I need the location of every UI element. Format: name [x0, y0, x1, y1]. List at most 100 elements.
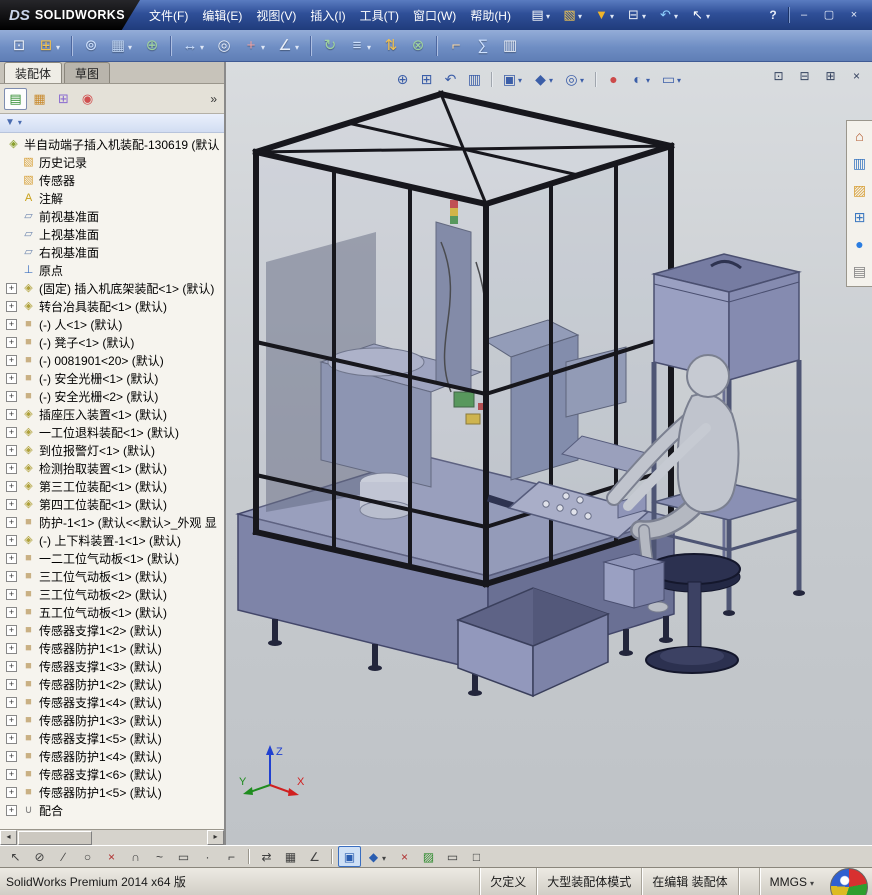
scroll-left-icon[interactable]	[0, 830, 17, 845]
tree-item[interactable]: ◈ 到位报警灯<1> (默认)	[0, 441, 224, 459]
sketch-spline-button[interactable]: ~	[148, 846, 171, 867]
menu-item[interactable]: 工具(T)	[353, 5, 406, 26]
tree-item[interactable]: ◈ (-) 上下料装置-1<1> (默认)	[0, 531, 224, 549]
tree-item[interactable]: ■ (-) 凳子<1> (默认)	[0, 333, 224, 351]
solidworks-resources-button[interactable]: ⌂	[849, 124, 871, 148]
expander-icon[interactable]	[6, 571, 17, 582]
expander-icon[interactable]	[6, 733, 17, 744]
display-style-button[interactable]: ◆	[529, 66, 559, 92]
expander-icon[interactable]	[6, 319, 17, 330]
dropdown-arrow-icon[interactable]	[549, 70, 556, 88]
expander-icon[interactable]	[6, 787, 17, 798]
new-motion-study-button[interactable]: ↻	[317, 33, 343, 59]
expander-icon[interactable]	[6, 643, 17, 654]
tree-item[interactable]: ■ 传感器防护1<1> (默认)	[0, 639, 224, 657]
undo-button[interactable]: ↶	[654, 2, 684, 28]
expander-icon[interactable]	[6, 373, 17, 384]
dropdown-arrow-icon[interactable]	[382, 848, 389, 866]
exploded-view-button[interactable]: ⇅	[378, 33, 404, 59]
expander-icon[interactable]	[6, 517, 17, 528]
dropdown-arrow-icon[interactable]	[128, 37, 135, 55]
expander-icon[interactable]	[6, 445, 17, 456]
expander-icon[interactable]	[6, 481, 17, 492]
minimize-button[interactable]: –	[794, 7, 814, 23]
move-component-button[interactable]: ↔	[177, 33, 210, 59]
tree-item[interactable]: ■ 传感器支撑1<3> (默认)	[0, 657, 224, 675]
zoom-to-fit-button[interactable]: ⊕	[391, 66, 414, 92]
tree-item[interactable]: ◈ 半自动端子插入机装配-130619 (默认	[0, 135, 224, 153]
help-sphere-icon[interactable]	[830, 868, 868, 895]
menu-item[interactable]: 编辑(E)	[195, 5, 249, 26]
apply-scene-button[interactable]: ◐	[626, 66, 656, 92]
popout-pane-button[interactable]: ⊞	[821, 67, 840, 85]
sketch-line-button[interactable]: ∕	[52, 846, 75, 867]
tree-item[interactable]: ■ (-) 安全光栅<1> (默认)	[0, 369, 224, 387]
smart-dimension-button[interactable]: ⊘	[28, 846, 51, 867]
select-pointer-button[interactable]: ↖	[686, 2, 716, 28]
horizontal-scrollbar[interactable]	[0, 829, 224, 845]
print-document-button[interactable]: ⊟	[622, 2, 652, 28]
tree-item[interactable]: ■ 一二工位气动板<1> (默认)	[0, 549, 224, 567]
dropdown-arrow-icon[interactable]	[674, 6, 681, 24]
new-document-button[interactable]: ▤	[526, 2, 556, 28]
component-small-box[interactable]	[604, 554, 664, 608]
expander-icon[interactable]	[6, 751, 17, 762]
tree-item[interactable]: ■ 传感器防护1<4> (默认)	[0, 747, 224, 765]
expander-icon[interactable]	[6, 355, 17, 366]
expander-icon[interactable]	[6, 625, 17, 636]
zoom-to-area-button[interactable]: ⊞	[415, 66, 438, 92]
configurationmanager-tab-button[interactable]: ⊞	[52, 88, 75, 110]
tree-item[interactable]: ■ 防护-1<1> (默认<<默认>_外观 显	[0, 513, 224, 531]
menu-item[interactable]: 帮助(H)	[463, 5, 518, 26]
tree-item[interactable]: A 注解	[0, 189, 224, 207]
blank-view-button[interactable]: □	[465, 846, 488, 867]
dropdown-arrow-icon[interactable]	[367, 37, 374, 55]
assembly-visualization-button[interactable]: ◆	[362, 846, 392, 867]
dropdown-arrow-icon[interactable]	[295, 37, 302, 55]
restore-pane-button[interactable]: ⊡	[769, 67, 788, 85]
tree-item[interactable]: ■ 三工位气动板<1> (默认)	[0, 567, 224, 585]
component-pattern-button[interactable]: ▦	[105, 33, 138, 59]
smart-fasteners-button[interactable]: ⊕	[139, 33, 165, 59]
delete-feature-button[interactable]: ×	[393, 846, 416, 867]
panel-tabs-overflow-button[interactable]: »	[210, 92, 220, 106]
expander-icon[interactable]	[6, 391, 17, 402]
close-button[interactable]: ×	[844, 7, 864, 23]
help-button[interactable]: ?	[763, 7, 783, 23]
view-settings-button[interactable]: ▭	[657, 66, 687, 92]
tree-item[interactable]: ▱ 右视基准面	[0, 243, 224, 261]
expander-icon[interactable]	[6, 661, 17, 672]
expander-icon[interactable]	[6, 679, 17, 690]
status-item[interactable]: 大型装配体模式	[536, 868, 641, 895]
graphics-area[interactable]: ⊕⊞↶▥▣◆◎●◐▭ ⊡⊟⊞× ⌂▥▨⊞●▤ Z Y X	[226, 62, 872, 845]
tree-item[interactable]: ■ 传感器支撑1<4> (默认)	[0, 693, 224, 711]
dropdown-arrow-icon[interactable]	[200, 37, 207, 55]
tree-item[interactable]: ◈ 转台冶具装配<1> (默认)	[0, 297, 224, 315]
tree-item[interactable]: ■ (-) 0081901<20> (默认)	[0, 351, 224, 369]
split-pane-button[interactable]: ⊟	[795, 67, 814, 85]
hide-show-items-button[interactable]: ◎	[560, 66, 590, 92]
filter-dropdown-icon[interactable]	[17, 117, 22, 128]
tree-item[interactable]: ▧ 传感器	[0, 171, 224, 189]
dropdown-arrow-icon[interactable]	[518, 70, 525, 88]
dropdown-arrow-icon[interactable]	[578, 6, 585, 24]
expander-icon[interactable]	[6, 535, 17, 546]
menu-item[interactable]: 文件(F)	[142, 5, 195, 26]
screen-capture-button[interactable]: ⊡	[6, 33, 32, 59]
expander-icon[interactable]	[6, 409, 17, 420]
commandmanager-tab[interactable]: 草图	[64, 62, 110, 83]
file-explorer-button[interactable]: ▨	[849, 178, 871, 202]
open-document-button[interactable]: ▧	[558, 2, 588, 28]
dropdown-arrow-icon[interactable]	[810, 875, 814, 889]
dropdown-arrow-icon[interactable]	[56, 37, 63, 55]
scrollbar-thumb[interactable]	[18, 831, 92, 845]
dropdown-arrow-icon[interactable]	[580, 70, 587, 88]
expander-icon[interactable]	[6, 499, 17, 510]
sketch-rectangle-button[interactable]: ▭	[172, 846, 195, 867]
previous-view-button[interactable]: ↶	[439, 66, 462, 92]
status-item[interactable]: 欠定义	[479, 868, 536, 895]
view-palette-button[interactable]: ⊞	[849, 205, 871, 229]
tree-item[interactable]: ◈ 插座压入装置<1> (默认)	[0, 405, 224, 423]
tree-item[interactable]: ■ 传感器支撑1<6> (默认)	[0, 765, 224, 783]
expander-icon[interactable]	[6, 427, 17, 438]
